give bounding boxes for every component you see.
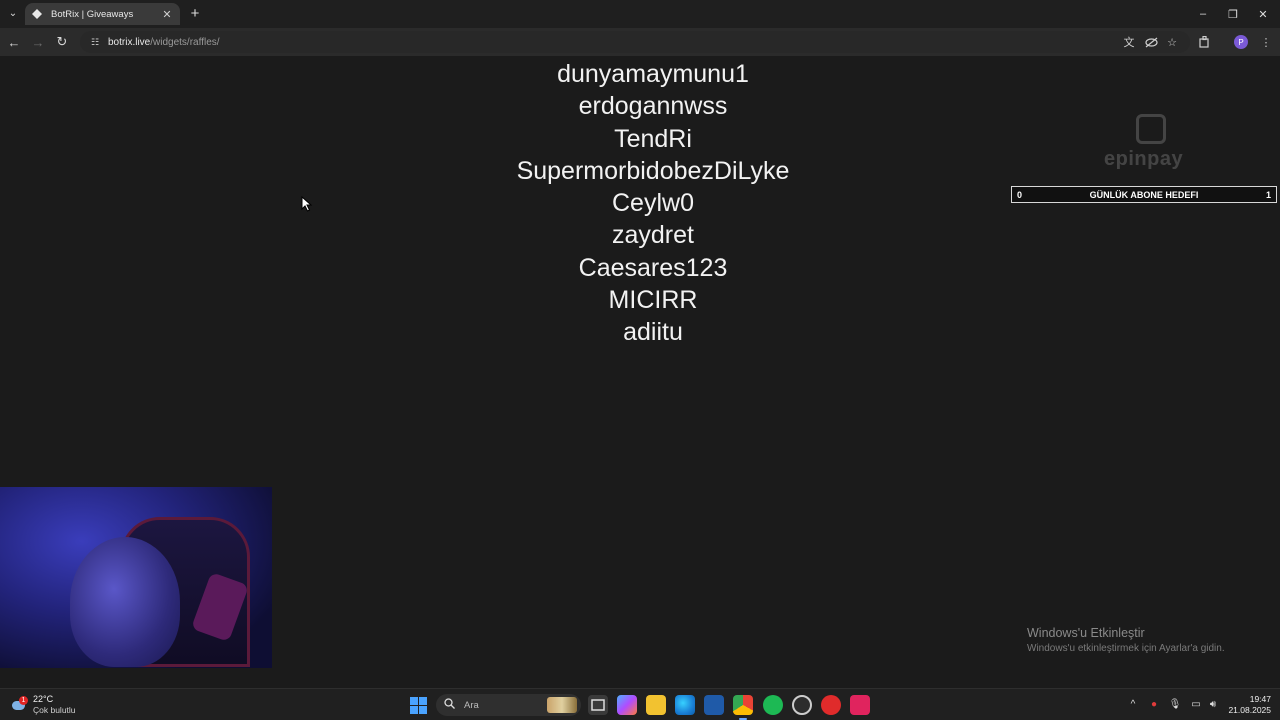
- site-info-icon[interactable]: ☷: [88, 35, 102, 49]
- participant-name: erdogannwss: [578, 92, 728, 121]
- windows-taskbar: 1 22°C Çok bulutlu Ara ^ ● 🎙︎ ▭ 🔊︎ 19:47…: [0, 688, 1280, 720]
- bookmark-star-icon[interactable]: ☆: [1163, 33, 1181, 51]
- epinpay-logo-mark-icon: [1136, 114, 1166, 144]
- epinpay-logo: epinpay: [1100, 114, 1210, 174]
- goal-target-value: 1: [1265, 189, 1271, 200]
- address-bar[interactable]: ☷ botrix.live /widgets/raffles/: [80, 31, 1190, 53]
- browser-toolbar: ← → ↻ ☷ botrix.live /widgets/raffles/ 文 …: [0, 28, 1280, 56]
- taskbar-clock[interactable]: 19:47 21.08.2025: [1227, 694, 1271, 716]
- translate-icon[interactable]: 文: [1120, 33, 1138, 51]
- back-arrow-icon[interactable]: ←: [5, 33, 23, 51]
- goal-current-value: 0: [1017, 189, 1023, 200]
- participant-name: TendRi: [614, 124, 692, 153]
- new-tab-plus-icon[interactable]: +: [186, 5, 204, 23]
- weather-temperature: 22°C: [33, 694, 54, 704]
- weather-condition: Çok bulutlu: [33, 705, 76, 715]
- restore-window-icon[interactable]: ❐: [1218, 0, 1248, 28]
- copilot-icon[interactable]: [617, 695, 637, 715]
- clock-time: 19:47: [1249, 694, 1271, 704]
- participant-name: Ceylw0: [612, 189, 694, 218]
- windows-start-icon[interactable]: [410, 697, 427, 714]
- weather-widget[interactable]: 1 22°C Çok bulutlu: [10, 692, 76, 718]
- participant-name: MICIRR: [608, 286, 698, 315]
- participant-name: dunyamaymunu1: [557, 60, 749, 88]
- extensions-puzzle-icon[interactable]: [1196, 33, 1214, 51]
- raffle-participant-list: dunyamaymunu1 erdogannwss TendRi Supermo…: [453, 58, 853, 349]
- pink-app-icon[interactable]: [850, 695, 870, 715]
- tab-close-icon[interactable]: ✕: [160, 8, 174, 21]
- microphone-icon[interactable]: 🎙︎: [1168, 697, 1182, 711]
- windows-activation-subtitle: Windows'u etkinleştirmek için Ayarlar'a …: [1027, 643, 1225, 654]
- show-hidden-icons-chevron-icon[interactable]: ^: [1126, 697, 1140, 711]
- tab-botrix-giveaways[interactable]: BotRix | Giveaways ✕: [25, 3, 180, 25]
- search-icon: [444, 698, 456, 712]
- menu-kebab-icon[interactable]: ⋮: [1257, 33, 1275, 51]
- daily-subscriber-goal-bar: 0 GÜNLÜK ABONE HEDEFI 1: [1011, 186, 1277, 203]
- screen: ⌄ BotRix | Giveaways ✕ + – ❐ ✕ ← → ↻ ☷ b…: [0, 0, 1280, 720]
- url-path: /widgets/raffles/: [150, 36, 220, 48]
- red-app-icon[interactable]: [821, 695, 841, 715]
- browser-tab-strip: ⌄ BotRix | Giveaways ✕ + – ❐ ✕: [0, 0, 1280, 28]
- forward-arrow-icon[interactable]: →: [29, 33, 47, 51]
- chrome-browser-icon[interactable]: [733, 695, 753, 720]
- tab-title: BotRix | Giveaways: [51, 8, 134, 20]
- goal-label: GÜNLÜK ABONE HEDEFI: [1089, 189, 1199, 200]
- network-icon[interactable]: ▭: [1189, 697, 1203, 711]
- url-host: botrix.live: [108, 36, 151, 48]
- file-explorer-icon[interactable]: [646, 695, 666, 715]
- volume-icon[interactable]: 🔊︎: [1206, 697, 1220, 711]
- search-highlight-art-icon: [547, 697, 577, 713]
- tab-search-chevron-icon[interactable]: ⌄: [4, 4, 22, 22]
- webcam-overlay: [0, 487, 272, 668]
- reload-icon[interactable]: ↻: [53, 33, 71, 51]
- mouse-cursor-icon: [301, 196, 313, 212]
- weather-cloud-icon: 1: [10, 696, 28, 714]
- weather-badge: 1: [19, 696, 28, 705]
- webcam-person: [70, 537, 180, 667]
- botrix-favicon-icon: [31, 8, 43, 20]
- participant-name: Caesares123: [578, 253, 728, 282]
- microsoft-store-icon[interactable]: [704, 695, 724, 715]
- clock-date: 21.08.2025: [1228, 705, 1271, 715]
- windows-activation-title: Windows'u Etkinleştir: [1027, 626, 1145, 640]
- edge-browser-icon[interactable]: [675, 695, 695, 715]
- search-placeholder: Ara: [464, 699, 479, 711]
- close-window-icon[interactable]: ✕: [1248, 0, 1278, 28]
- task-view-icon[interactable]: [588, 695, 608, 715]
- participant-name: adiitu: [623, 318, 683, 347]
- taskbar-search-box[interactable]: Ara: [436, 694, 581, 716]
- minimize-window-icon[interactable]: –: [1188, 0, 1218, 28]
- profile-avatar[interactable]: P: [1234, 35, 1248, 49]
- epinpay-logo-text: epinpay: [1104, 148, 1184, 170]
- eye-slash-icon[interactable]: [1142, 33, 1160, 51]
- page-content: dunyamaymunu1 erdogannwss TendRi Supermo…: [0, 56, 1280, 688]
- security-shield-icon[interactable]: ●: [1147, 697, 1161, 711]
- participant-name: SupermorbidobezDiLyke: [516, 156, 790, 185]
- participant-name: zaydret: [612, 221, 694, 250]
- spotify-icon[interactable]: [763, 695, 783, 715]
- obs-studio-icon[interactable]: [792, 695, 812, 715]
